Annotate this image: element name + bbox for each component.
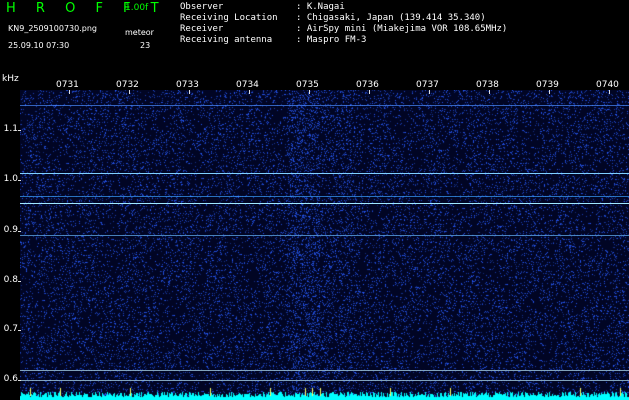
carrier-line xyxy=(20,380,629,381)
y-tick xyxy=(18,180,21,181)
carrier-line xyxy=(20,173,629,174)
x-tick-label: 0735 xyxy=(296,80,319,90)
info-row-antenna: Receiving antenna : Maspro FM-3 xyxy=(180,35,507,46)
info-row-observer: Observer : K.Nagai xyxy=(180,2,507,13)
y-tick xyxy=(18,380,21,381)
info-key: Receiving antenna xyxy=(180,35,273,45)
y-tick-label: 0.9 xyxy=(3,225,18,235)
x-tick-label: 0734 xyxy=(236,80,259,90)
carrier-line xyxy=(20,235,629,236)
carrier-line xyxy=(20,203,629,204)
x-tick xyxy=(69,90,70,94)
y-tick-label: 0.8 xyxy=(3,275,18,285)
x-tick xyxy=(609,90,610,94)
info-row-receiver: Receiver : AirSpy mini (Miakejima VOR 10… xyxy=(180,24,507,35)
info-value: : Chigasaki, Japan (139.414 35.340) xyxy=(296,13,486,23)
x-tick-label: 0733 xyxy=(176,80,199,90)
x-tick xyxy=(429,90,430,94)
y-tick-label: 0.7 xyxy=(3,324,18,334)
x-tick-label: 0732 xyxy=(116,80,139,90)
timestamp-label: 25.09.10 07:30 xyxy=(8,41,70,50)
x-tick-label: 0737 xyxy=(416,80,439,90)
observation-info: Observer : K.Nagai Receiving Location : … xyxy=(180,2,507,46)
x-tick xyxy=(309,90,310,94)
y-tick xyxy=(18,130,21,131)
info-value: : AirSpy mini (Miakejima VOR 108.65MHz) xyxy=(296,24,508,34)
mode-label: meteor xyxy=(125,28,154,37)
filename-label: KN9_2509100730.png xyxy=(8,24,97,33)
version-label: 1.00f xyxy=(125,3,149,13)
info-key: Receiver xyxy=(180,24,224,34)
carrier-line xyxy=(20,370,629,371)
y-tick xyxy=(18,231,21,232)
info-key: Receiving Location xyxy=(180,13,278,23)
x-tick xyxy=(249,90,250,94)
x-tick-label: 0736 xyxy=(356,80,379,90)
x-tick-label: 0740 xyxy=(596,80,619,90)
x-tick-label: 0738 xyxy=(476,80,499,90)
info-key: Observer xyxy=(180,2,224,12)
x-tick xyxy=(189,90,190,94)
spectrogram-plot xyxy=(20,90,629,400)
carrier-line xyxy=(20,196,629,197)
x-tick-label: 0739 xyxy=(536,80,559,90)
meteor-count: 23 xyxy=(140,41,151,50)
x-tick xyxy=(369,90,370,94)
y-tick-label: 1.0 xyxy=(3,174,18,184)
info-value: : K.Nagai xyxy=(296,2,345,12)
y-tick-label: 1.1 xyxy=(3,124,18,134)
info-value: : Maspro FM-3 xyxy=(296,35,367,45)
info-row-location: Receiving Location : Chigasaki, Japan (1… xyxy=(180,13,507,24)
x-tick xyxy=(549,90,550,94)
x-tick-label: 0731 xyxy=(56,80,79,90)
y-tick-label: 0.6 xyxy=(3,374,18,384)
x-tick xyxy=(489,90,490,94)
y-axis-unit: kHz xyxy=(2,74,19,84)
x-tick xyxy=(129,90,130,94)
y-tick xyxy=(18,281,21,282)
y-tick xyxy=(18,330,21,331)
carrier-line xyxy=(20,105,629,106)
